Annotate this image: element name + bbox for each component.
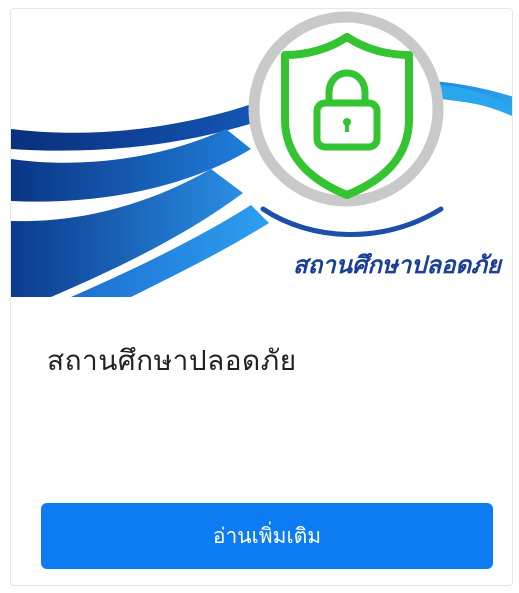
card-title: สถานศึกษาปลอดภัย [47,344,297,377]
banner-image: สถานศึกษาปลอดภัย [11,9,512,297]
shield-lock-icon [281,33,413,199]
content-card: สถานศึกษาปลอดภัย สถานศึกษาปลอดภัย อ่านเพ… [10,8,513,586]
banner-title: สถานศึกษาปลอดภัย [293,251,503,279]
read-more-button[interactable]: อ่านเพิ่มเติม [41,503,493,569]
